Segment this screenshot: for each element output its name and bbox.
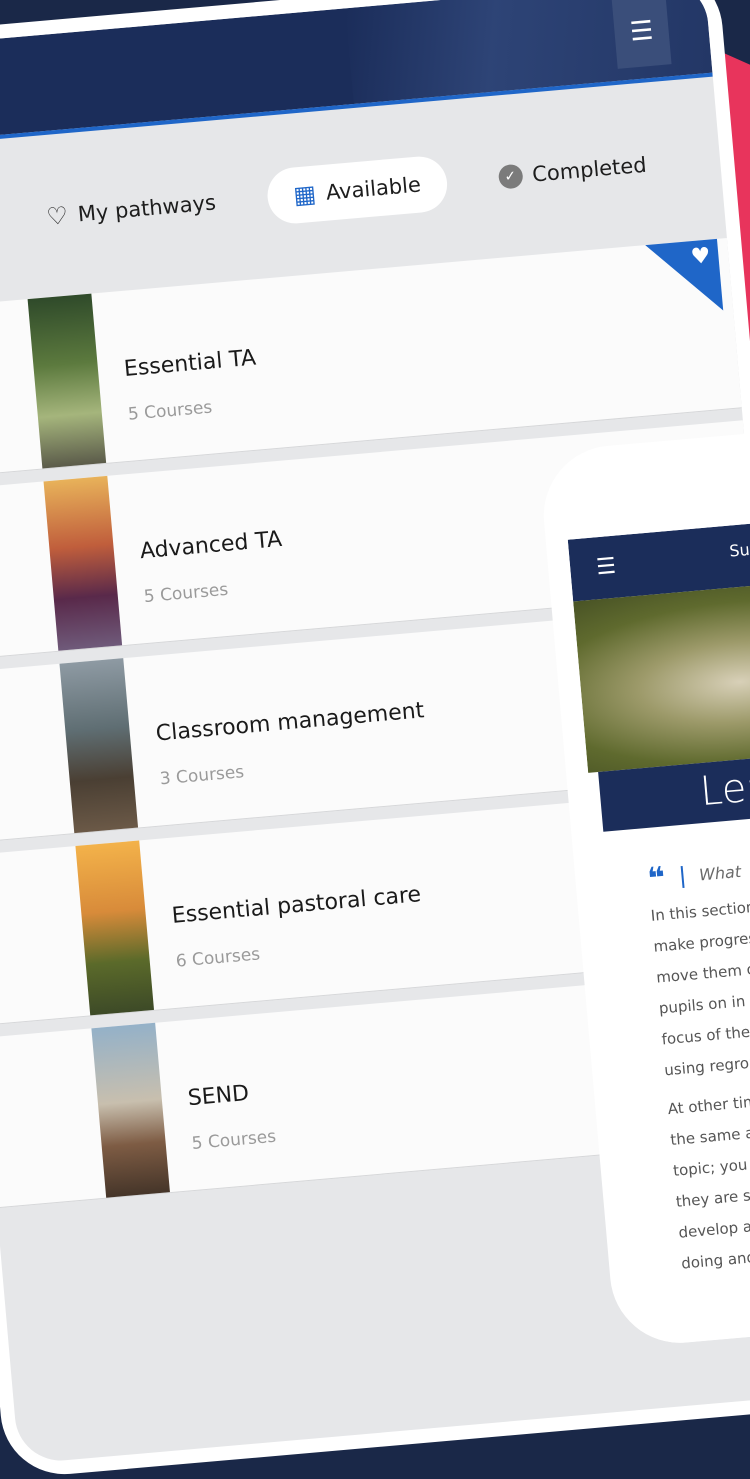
tablet-header: ☰ (0, 0, 713, 144)
pathway-thumbnail (43, 475, 123, 651)
phone-header-title: Su (728, 539, 750, 561)
favorite-corner[interactable] (645, 238, 724, 317)
pathway-course-count: 6 Courses (175, 944, 261, 972)
tab-available[interactable]: ▦ Available (265, 154, 450, 226)
body-text: In this section make progress move them … (650, 897, 750, 1273)
tab-my-pathways[interactable]: ♡ My pathways (18, 172, 244, 247)
pathway-thumbnail (59, 658, 139, 834)
pathway-title: Essential pastoral care (170, 882, 423, 929)
heart-filled-icon: ♥ (689, 243, 712, 271)
heart-outline-icon: ♡ (45, 201, 70, 232)
quote-text: What (698, 861, 742, 885)
pathway-title: SEND (186, 1080, 251, 1112)
pathway-course-count: 5 Courses (190, 1126, 277, 1155)
hamburger-icon[interactable]: ☰ (611, 0, 672, 69)
phone-header: ☰ Su (567, 505, 750, 602)
hamburger-icon[interactable]: ☰ (595, 554, 617, 581)
pathway-title: Classroom management (154, 698, 426, 747)
pathway-tabs: ♡ My pathways ▦ Available ✓ Completed (18, 131, 675, 252)
section-title: Lea (698, 763, 750, 816)
pathway-course-count: 5 Courses (127, 397, 214, 425)
pathway-title: Essential TA (122, 345, 258, 382)
pathway-thumbnail (75, 840, 155, 1016)
tab-completed[interactable]: ✓ Completed (470, 137, 674, 206)
check-badge-icon: ✓ (497, 163, 524, 190)
pathway-course-count: 3 Courses (159, 762, 245, 790)
quote-row: ❝ What (646, 854, 742, 897)
pathway-thumbnail (27, 293, 107, 469)
qr-code-icon: ▦ (292, 179, 318, 210)
pathway-thumbnail (91, 1022, 170, 1198)
quote-icon: ❝ (646, 860, 667, 898)
quote-divider (680, 865, 685, 888)
pathway-title: Advanced TA (138, 526, 284, 565)
pathway-course-count: 5 Courses (143, 579, 229, 608)
